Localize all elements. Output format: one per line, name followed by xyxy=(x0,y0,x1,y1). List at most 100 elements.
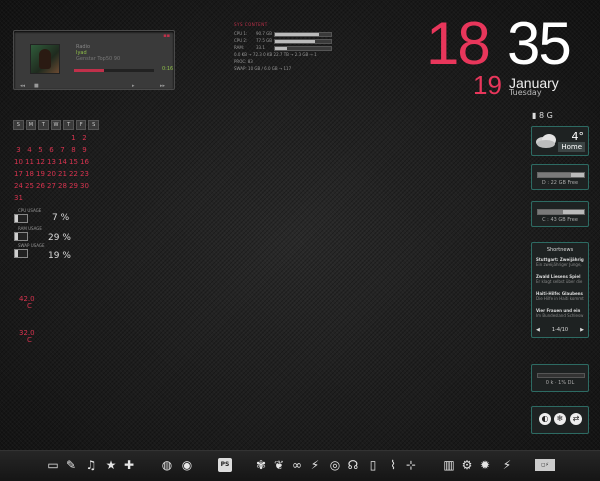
trash-icon[interactable]: ▥ xyxy=(442,458,456,472)
network-bar xyxy=(537,373,585,378)
track-progress-bar[interactable] xyxy=(74,69,154,72)
calendar-day[interactable]: 2 xyxy=(79,133,90,144)
cog-icon[interactable]: ✹ xyxy=(478,458,492,472)
calendar-day[interactable]: 17 xyxy=(13,169,24,180)
calendar-day[interactable]: 12 xyxy=(35,157,46,168)
stat-label: CPU 1: xyxy=(234,31,248,36)
leaf-icon[interactable]: ❦ xyxy=(272,458,286,472)
calendar-day[interactable]: 9 xyxy=(79,145,90,156)
calendar-day[interactable]: 11 xyxy=(24,157,35,168)
calendar-day[interactable]: 25 xyxy=(24,181,35,192)
calendar-day[interactable]: 14 xyxy=(57,157,68,168)
calendar-day[interactable]: 10 xyxy=(13,157,24,168)
lightning-icon[interactable]: ⚡ xyxy=(308,458,322,472)
next-button[interactable]: ▸▸ xyxy=(160,83,165,89)
flower-icon[interactable]: ✾ xyxy=(254,458,268,472)
calendar-day[interactable]: 20 xyxy=(46,169,57,180)
gear-icon[interactable]: ⚙ xyxy=(460,458,474,472)
toggle-icon[interactable]: ◐ xyxy=(539,413,551,425)
calendar-day[interactable]: 4 xyxy=(24,145,35,156)
news-pagination: ◀ 1-4/10 ▶ xyxy=(532,327,588,333)
snowflake-icon[interactable]: ❄ xyxy=(554,413,566,425)
sysstats-header: SYS CONTENT xyxy=(234,22,268,27)
calendar-day[interactable]: 23 xyxy=(79,169,90,180)
sysstats-row: CPU 2: 77.5 GB xyxy=(234,38,344,45)
news-summary: Er klagt selbst über die xyxy=(536,279,583,284)
previous-button[interactable]: ◂◂ xyxy=(20,83,25,89)
news-prev-button[interactable]: ◀ xyxy=(536,327,540,333)
brush-icon[interactable]: ⌇ xyxy=(386,458,400,472)
thunderbird-icon[interactable]: ◉ xyxy=(180,458,194,472)
meter-label: CPU USAGE xyxy=(18,208,42,213)
news-title: Shortnews xyxy=(546,247,574,253)
calendar-day xyxy=(13,133,24,144)
selection-icon[interactable]: ⊹ xyxy=(404,458,418,472)
calendar-days-grid: 1 2 3 4 5 6 7 8 9 10 11 12 13 14 15 16 17 18 19 20 21 22 23 24 2… xyxy=(13,133,99,204)
news-summary: Die Hilfe in Haiti kommt xyxy=(536,296,584,301)
ipod-icon[interactable]: ▯ xyxy=(366,458,380,472)
news-item[interactable]: Vier Frauen und ein Im Bundesland Schles… xyxy=(536,308,584,318)
calendar-day xyxy=(46,133,57,144)
calendar-day[interactable]: 26 xyxy=(35,181,46,192)
meter-bar xyxy=(14,249,28,258)
calendar-day[interactable]: 3 xyxy=(13,145,24,156)
gpu-temperature: 32.0 C xyxy=(19,330,35,344)
weekday-header: S xyxy=(13,120,24,130)
quick-tools-widget: ◐ ❄ ⇄ xyxy=(531,406,589,434)
headphones-icon[interactable]: ☊ xyxy=(346,458,360,472)
weather-location: Home xyxy=(558,142,585,152)
calendar-day[interactable]: 30 xyxy=(79,181,90,192)
calendar-day[interactable]: 24 xyxy=(13,181,24,192)
weather-widget[interactable]: 4° Home xyxy=(531,126,589,156)
stat-value: 77.5 GB xyxy=(256,38,273,43)
calendar-day[interactable]: 6 xyxy=(46,145,57,156)
swap-icon[interactable]: ⇄ xyxy=(570,413,582,425)
calendar-day[interactable]: 19 xyxy=(35,169,46,180)
calendar-day[interactable]: 29 xyxy=(68,181,79,192)
gamepad-icon[interactable]: ✚ xyxy=(122,458,136,472)
calendar-day[interactable]: 27 xyxy=(46,181,57,192)
laptop-icon[interactable]: ▭ xyxy=(46,458,60,472)
play-button[interactable]: ▸ xyxy=(132,83,135,89)
track-info: Radio Iyad Genstar Top50 90 xyxy=(76,44,120,62)
weekday-header: S xyxy=(88,120,100,130)
firefox-icon[interactable]: ◍ xyxy=(160,458,174,472)
music-icon[interactable]: ♫ xyxy=(84,458,98,472)
calendar-day[interactable]: 16 xyxy=(79,157,90,168)
link-icon[interactable]: ∞ xyxy=(290,458,304,472)
calendar-day[interactable]: 18 xyxy=(24,169,35,180)
stat-value: 90.7 GB xyxy=(256,31,273,36)
news-item[interactable]: Stuttgart: Zweijährig Ein zweijähriger J… xyxy=(536,257,584,267)
photoshop-icon[interactable]: PS xyxy=(218,458,232,472)
news-page-indicator: 1-4/10 xyxy=(551,327,569,333)
disc-icon[interactable]: ◎ xyxy=(328,458,342,472)
calendar-day[interactable]: 13 xyxy=(46,157,57,168)
system-tray[interactable]: ◻⚡ xyxy=(535,459,555,471)
meter-bar xyxy=(14,232,28,241)
player-menu-icon[interactable]: ▪▪ xyxy=(163,33,170,39)
stop-button[interactable]: ■ xyxy=(34,83,39,89)
news-item[interactable]: Haiti-Hilfe: Glaubens Die Hilfe in Haiti… xyxy=(536,291,584,301)
calendar-day[interactable]: 15 xyxy=(68,157,79,168)
sysstats-row: CPU 1: 90.7 GB xyxy=(234,31,344,38)
news-next-button[interactable]: ▶ xyxy=(580,327,584,333)
stat-label: CPU 2: xyxy=(234,38,248,43)
calendar-day[interactable]: 8 xyxy=(68,145,79,156)
calendar-day[interactable]: 1 xyxy=(68,133,79,144)
cpu-temperature: 42.0 C xyxy=(19,296,35,310)
star-icon[interactable]: ★ xyxy=(104,458,118,472)
weekday-header: W xyxy=(50,120,62,130)
weekday-header: F xyxy=(75,120,87,130)
feather-icon[interactable]: ✎ xyxy=(64,458,78,472)
calendar-day[interactable]: 21 xyxy=(57,169,68,180)
calendar-day[interactable]: 31 xyxy=(13,193,24,204)
calendar-day[interactable]: 5 xyxy=(35,145,46,156)
weekday-header: T xyxy=(63,120,74,130)
drive-label: D : 22 GB Free xyxy=(541,180,579,186)
power-icon[interactable]: ⚡ xyxy=(500,458,514,472)
calendar-day[interactable]: 28 xyxy=(57,181,68,192)
calendar-day[interactable]: 22 xyxy=(68,169,79,180)
calendar-day[interactable]: 7 xyxy=(57,145,68,156)
news-item[interactable]: Zwald Liesens Spiel Er klagt selbst über… xyxy=(536,274,584,284)
meter-label: SWAP USAGE xyxy=(18,243,45,248)
